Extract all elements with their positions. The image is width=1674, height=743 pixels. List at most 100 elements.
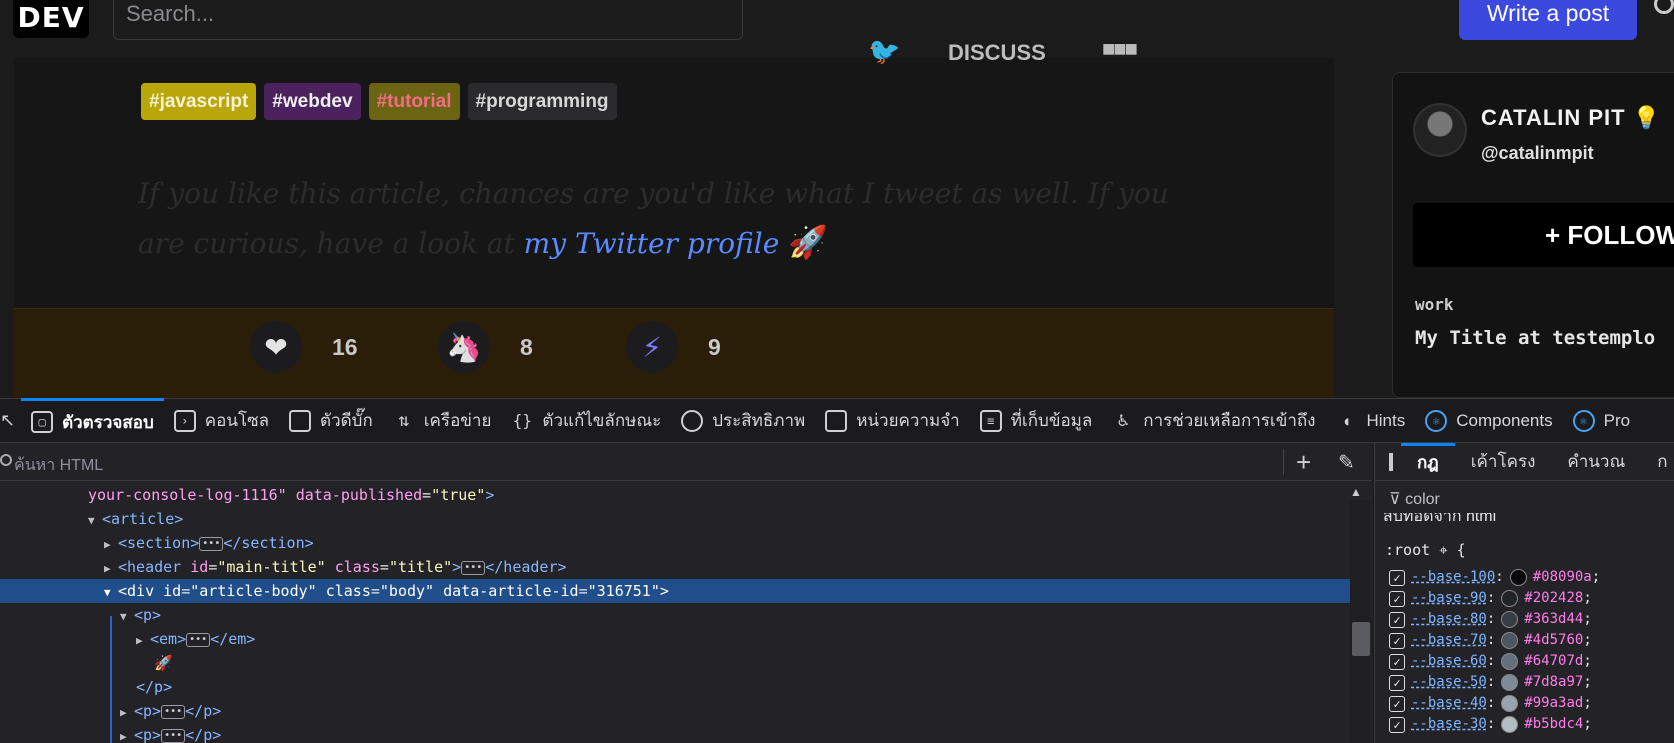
- tab-memory[interactable]: หน่วยความจำ: [815, 398, 970, 443]
- collapse-arrow-icon[interactable]: ▶: [136, 629, 150, 653]
- tree-row-section[interactable]: ▶ <section> ••• </section>: [0, 531, 1350, 555]
- collapse-arrow-icon[interactable]: ▶: [120, 701, 134, 725]
- html-search-input[interactable]: ค้นหา HTML: [0, 443, 1372, 481]
- css-var-row[interactable]: ✓ --base-30: #b5bdc4;: [1389, 714, 1606, 735]
- css-var-row[interactable]: ✓ --base-80: #363d44;: [1389, 609, 1606, 630]
- color-swatch[interactable]: [1501, 653, 1519, 670]
- avatar[interactable]: [1413, 103, 1467, 157]
- tab-style-editor[interactable]: {} ตัวแก้ไขลักษณะ: [501, 398, 671, 443]
- color-swatch[interactable]: [1509, 569, 1527, 586]
- ellipsis-icon[interactable]: •••: [161, 704, 186, 719]
- author-name[interactable]: CATALIN PIT 💡: [1481, 105, 1661, 131]
- tab-components[interactable]: ⚛ Components: [1415, 398, 1562, 443]
- element-picker-icon[interactable]: ↖: [0, 398, 21, 443]
- collapse-arrow-icon[interactable]: ▶: [104, 533, 118, 557]
- expand-arrow-icon[interactable]: ▼: [104, 581, 118, 605]
- tree-row-article[interactable]: ▼ <article>: [0, 507, 1350, 531]
- tab-rules[interactable]: กฎ: [1401, 442, 1455, 481]
- css-var-row[interactable]: ✓ --base-60: #64707d;: [1389, 651, 1606, 672]
- var-value[interactable]: #99a3ad: [1524, 693, 1583, 714]
- dev-logo[interactable]: DEV: [13, 0, 89, 38]
- scrollbar-thumb[interactable]: [1352, 622, 1370, 656]
- write-post-button[interactable]: Write a post: [1459, 0, 1637, 40]
- var-name[interactable]: --base-80: [1411, 609, 1487, 630]
- checkbox[interactable]: ✓: [1389, 590, 1405, 607]
- var-name[interactable]: --base-60: [1411, 651, 1487, 672]
- color-swatch[interactable]: [1501, 632, 1519, 649]
- var-value[interactable]: #b5bdc4: [1524, 714, 1583, 735]
- checkbox[interactable]: ✓: [1389, 716, 1405, 733]
- eyedropper-icon[interactable]: ✎: [1338, 450, 1355, 475]
- css-var-row[interactable]: ✓ --base-50: #7d8a97;: [1389, 672, 1606, 693]
- tab-storage[interactable]: ≡ ที่เก็บข้อมูล: [970, 398, 1103, 443]
- checkbox[interactable]: ✓: [1389, 674, 1405, 691]
- sidebar-toggle-icon[interactable]: [1389, 452, 1393, 471]
- tree-row-p[interactable]: ▼ <p>: [0, 603, 1350, 627]
- css-var-row[interactable]: ✓ --base-90: #202428;: [1389, 588, 1606, 609]
- tab-network[interactable]: ⇅ เครือข่าย: [383, 398, 502, 443]
- twitter-icon[interactable]: 🐦: [868, 36, 900, 67]
- color-swatch[interactable]: [1501, 716, 1519, 733]
- tab-inspector[interactable]: ▢ ตัวตรวจสอบ: [21, 398, 164, 443]
- expand-arrow-icon[interactable]: ▼: [120, 605, 134, 629]
- var-name[interactable]: --base-40: [1411, 693, 1487, 714]
- tab-hints[interactable]: ◖ Hints: [1325, 398, 1415, 443]
- var-value[interactable]: #363d44: [1524, 609, 1583, 630]
- tree-row-text[interactable]: 🚀: [0, 651, 1350, 675]
- color-swatch[interactable]: [1501, 695, 1519, 712]
- tree-row-header[interactable]: ▶ <header id="main-title" class="title"> •…: [0, 555, 1350, 579]
- tab-more[interactable]: ก: [1641, 443, 1674, 481]
- color-swatch[interactable]: [1501, 674, 1519, 691]
- tree-row-selected[interactable]: ▼ <div id="article-body" class="body" dat…: [0, 579, 1350, 603]
- tree-row-em[interactable]: ▶ <em> ••• </em>: [0, 627, 1350, 651]
- ellipsis-icon[interactable]: •••: [461, 560, 486, 575]
- tree-row-p[interactable]: ▶ <p> ••• </p>: [0, 723, 1350, 743]
- tab-console[interactable]: › คอนโซล: [164, 398, 279, 443]
- target-icon[interactable]: ⌖: [1439, 541, 1447, 559]
- tree-row-p-close[interactable]: </p>: [0, 675, 1350, 699]
- discuss-button[interactable]: DISCUSS: [948, 40, 1046, 66]
- css-var-row[interactable]: ✓ --base-70: #4d5760;: [1389, 630, 1606, 651]
- more-options-icon[interactable]: ■■■: [1102, 36, 1138, 62]
- var-value[interactable]: #7d8a97: [1524, 672, 1583, 693]
- checkbox[interactable]: ✓: [1389, 653, 1405, 670]
- var-name[interactable]: --base-50: [1411, 672, 1487, 693]
- tab-profiler[interactable]: ⚛ Pro: [1563, 398, 1640, 443]
- var-value[interactable]: #4d5760: [1524, 630, 1583, 651]
- tree-row-p[interactable]: ▶ <p> ••• </p>: [0, 699, 1350, 723]
- var-name[interactable]: --base-70: [1411, 630, 1487, 651]
- var-value[interactable]: #202428: [1524, 588, 1583, 609]
- css-var-row[interactable]: ✓ --base-40: #99a3ad;: [1389, 693, 1606, 714]
- tab-accessibility[interactable]: ♿ การช่วยเหลือการเข้าถึง: [1102, 398, 1325, 443]
- author-handle[interactable]: @catalinmpit: [1481, 143, 1594, 164]
- twitter-profile-link[interactable]: my Twitter profile: [524, 227, 780, 260]
- tag-programming[interactable]: #programming: [467, 83, 617, 120]
- var-name[interactable]: --base-90: [1411, 588, 1487, 609]
- tag-webdev[interactable]: #webdev: [264, 83, 361, 120]
- site-search-input[interactable]: Search...: [113, 0, 743, 40]
- var-value[interactable]: #08090a: [1533, 567, 1592, 588]
- expand-arrow-icon[interactable]: ▼: [88, 509, 102, 533]
- var-value[interactable]: #64707d: [1524, 651, 1583, 672]
- tag-tutorial[interactable]: #tutorial: [368, 83, 460, 120]
- tab-debugger[interactable]: ตัวดีบั๊ก: [279, 398, 383, 443]
- ellipsis-icon[interactable]: •••: [199, 536, 224, 551]
- tab-performance[interactable]: ประสิทธิภาพ: [671, 398, 815, 443]
- var-name[interactable]: --base-100: [1411, 567, 1495, 588]
- ellipsis-icon[interactable]: •••: [161, 728, 186, 743]
- ellipsis-icon[interactable]: •••: [186, 632, 211, 647]
- checkbox[interactable]: ✓: [1389, 632, 1405, 649]
- var-name[interactable]: --base-30: [1411, 714, 1487, 735]
- color-swatch[interactable]: [1501, 590, 1519, 607]
- save-reaction[interactable]: ⚡ 9: [626, 321, 721, 373]
- checkbox[interactable]: ✓: [1389, 611, 1405, 628]
- scroll-up-icon[interactable]: ▲: [1350, 485, 1362, 499]
- unicorn-reaction[interactable]: 🦄 8: [438, 321, 533, 373]
- collapse-arrow-icon[interactable]: ▶: [120, 725, 134, 743]
- notification-icon[interactable]: [1654, 0, 1674, 14]
- checkbox[interactable]: ✓: [1389, 695, 1405, 712]
- checkbox[interactable]: ✓: [1389, 569, 1405, 586]
- tree-row[interactable]: your-console-log-1116" data-published="t…: [0, 483, 1350, 507]
- follow-button[interactable]: + FOLLOW: [1413, 203, 1674, 267]
- collapse-arrow-icon[interactable]: ▶: [104, 557, 118, 581]
